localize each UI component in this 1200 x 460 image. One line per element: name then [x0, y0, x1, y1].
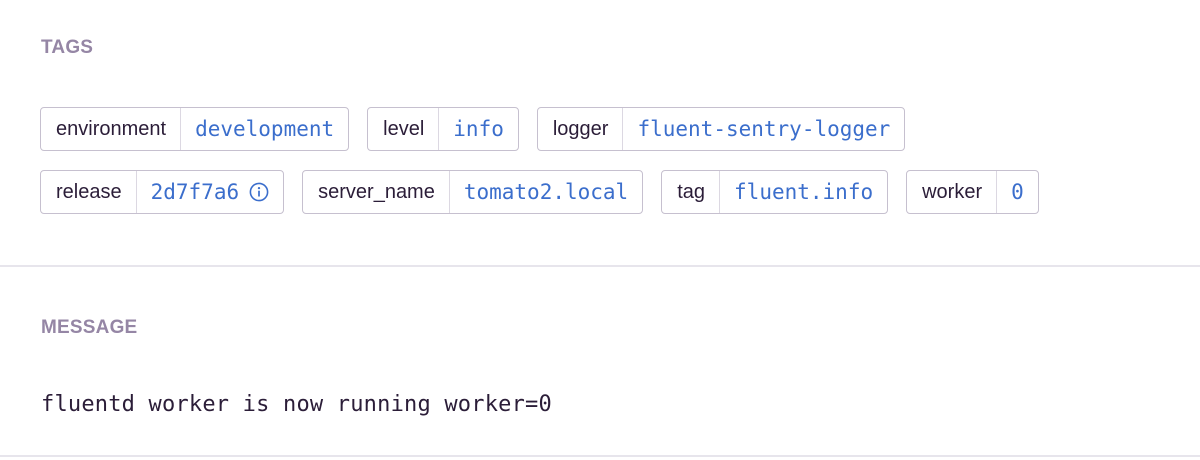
tag-key: release: [41, 171, 137, 213]
tag-value-link[interactable]: 2d7f7a6: [137, 171, 284, 213]
tag-environment[interactable]: environment development: [40, 107, 350, 151]
tags-section: TAGS environment development level info …: [0, 0, 1200, 267]
tag-value-link[interactable]: info: [439, 108, 518, 150]
tag-server-name[interactable]: server_name tomato2.local: [302, 170, 644, 214]
message-section: [0, 267, 1200, 457]
tags-section-title: TAGS: [41, 37, 94, 58]
tag-worker[interactable]: worker 0: [906, 170, 1039, 214]
tag-value-link[interactable]: fluent-sentry-logger: [623, 108, 904, 150]
message-section-title: MESSAGE: [41, 317, 138, 338]
info-icon[interactable]: [249, 182, 269, 202]
tag-key: level: [368, 108, 440, 150]
tag-level[interactable]: level info: [367, 107, 519, 151]
tag-value-link[interactable]: tomato2.local: [450, 171, 642, 213]
tag-value-link[interactable]: fluent.info: [720, 171, 887, 213]
tag-key: worker: [907, 171, 998, 213]
tag-key: tag: [662, 171, 721, 213]
tag-row: release 2d7f7a6 server_name tomato2.loca…: [40, 170, 1039, 214]
tag-key: server_name: [303, 171, 450, 213]
tag-value-link[interactable]: 0: [997, 171, 1038, 213]
tag-value-link[interactable]: development: [181, 108, 348, 150]
tag-row: environment development level info logge…: [40, 107, 906, 151]
tag-release[interactable]: release 2d7f7a6: [40, 170, 285, 214]
tag-logger[interactable]: logger fluent-sentry-logger: [536, 107, 906, 151]
tag-key: logger: [538, 108, 624, 150]
message-text: fluentd worker is now running worker=0: [41, 392, 552, 417]
tag-key: environment: [41, 108, 182, 150]
tag-tag[interactable]: tag fluent.info: [661, 170, 889, 214]
event-details-panel: TAGS environment development level info …: [0, 0, 1200, 460]
tag-value-text: 2d7f7a6: [150, 180, 240, 204]
